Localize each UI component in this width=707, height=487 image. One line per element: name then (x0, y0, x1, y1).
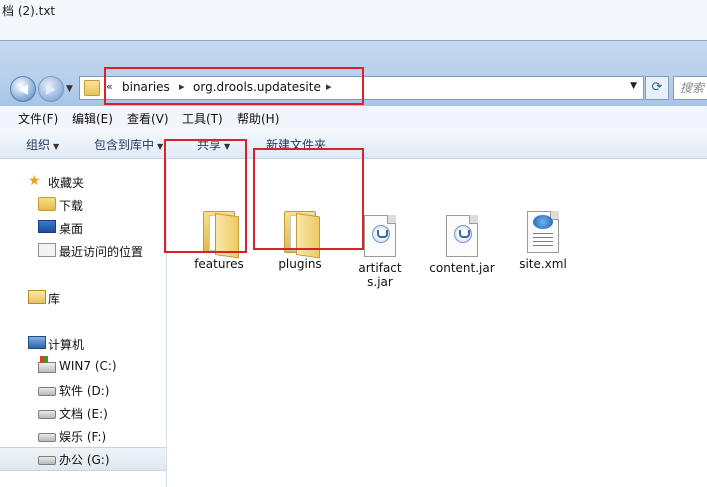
file-name: features (194, 257, 244, 271)
jar-file-icon (364, 215, 396, 257)
desktop-icon (38, 220, 56, 233)
share-label: 共享 (197, 138, 222, 152)
address-dropdown-icon[interactable]: ▼ (630, 81, 637, 91)
sidebar-item-label: 下载 (59, 199, 84, 213)
xml-file-icon (527, 211, 559, 253)
breadcrumb-separator-icon[interactable]: ▸ (326, 80, 332, 93)
menu-view[interactable]: 查看(V) (127, 110, 169, 127)
breadcrumb-updatesite[interactable]: org.drools.updatesite (193, 80, 321, 94)
sidebar-item-label: 收藏夹 (48, 176, 85, 190)
file-item-site-xml[interactable]: site.xml (503, 211, 583, 271)
library-icon (28, 290, 46, 304)
explorer-window: ◀ ▶ ▼ « binaries ▸ org.drools.updatesite… (0, 40, 707, 487)
desktop-background: 档 (2).txt (0, 0, 707, 40)
title-bar (0, 40, 707, 71)
sidebar-item-label: 娱乐 (F:) (59, 430, 107, 444)
organize-label: 组织 (26, 138, 51, 152)
sidebar-item-drive-f[interactable]: 娱乐 (F:) (0, 425, 166, 447)
forward-arrow-icon: ▶ (46, 81, 56, 97)
jar-file-icon (446, 215, 478, 257)
file-name: artifacts.jar (358, 261, 402, 289)
sidebar-item-computer[interactable]: 计算机 (0, 333, 166, 355)
sidebar-item-label: 软件 (D:) (59, 384, 110, 398)
menu-help[interactable]: 帮助(H) (237, 110, 279, 127)
drive-icon (38, 433, 56, 442)
back-button[interactable]: ◀ (10, 76, 36, 102)
file-name: content.jar (429, 261, 495, 275)
sidebar-item-drive-g[interactable]: 办公 (G:) (0, 447, 166, 471)
share-button[interactable]: 共享 ▼ (197, 136, 230, 153)
back-arrow-icon: ◀ (18, 81, 28, 97)
sidebar-item-libraries[interactable]: 库 (0, 287, 166, 309)
navigation-pane: ★ 收藏夹 下载 桌面 最近访问的位置 库 计算机 WIN7 (C:) 软件 (… (0, 159, 167, 487)
sidebar-item-drive-c[interactable]: WIN7 (C:) (0, 356, 166, 378)
file-name: plugins (278, 257, 322, 271)
chevron-down-icon: ▼ (53, 142, 60, 151)
sidebar-item-label: 最近访问的位置 (59, 245, 144, 259)
system-drive-icon (38, 356, 56, 373)
drive-icon (38, 387, 56, 396)
folder-icon (282, 209, 320, 259)
recent-places-icon (38, 243, 56, 257)
forward-button[interactable]: ▶ (38, 76, 64, 102)
sidebar-item-label: 办公 (G:) (59, 453, 110, 467)
command-bar: 组织 ▼ 包含到库中 ▼ 共享 ▼ 新建文件夹 (0, 128, 707, 159)
include-in-library-label: 包含到库中 (94, 138, 155, 152)
folder-icon (84, 80, 100, 96)
recent-pages-dropdown[interactable]: ▼ (66, 84, 73, 94)
organize-button[interactable]: 组织 ▼ (26, 136, 59, 153)
chevron-down-icon: ▼ (157, 142, 164, 151)
menu-edit[interactable]: 编辑(E) (72, 110, 113, 127)
file-item-plugins[interactable]: plugins (260, 209, 340, 271)
sidebar-item-label: 库 (48, 292, 61, 306)
download-folder-icon (38, 197, 56, 211)
sidebar-item-label: WIN7 (C:) (59, 359, 117, 373)
sidebar-item-drive-e[interactable]: 文档 (E:) (0, 402, 166, 424)
file-item-artifacts-jar[interactable]: artifacts.jar (354, 215, 406, 289)
sidebar-item-label: 计算机 (48, 338, 85, 352)
navigation-bar: ◀ ▶ ▼ « binaries ▸ org.drools.updatesite… (0, 70, 707, 106)
sidebar-item-label: 桌面 (59, 222, 84, 236)
address-bar[interactable]: « binaries ▸ org.drools.updatesite ▸ ▼ (79, 76, 644, 100)
file-item-features[interactable]: features (179, 209, 259, 271)
new-folder-button[interactable]: 新建文件夹 (266, 136, 326, 153)
file-list: features plugins artifacts.jar content.j… (167, 159, 707, 487)
sidebar-item-favorites[interactable]: ★ 收藏夹 (0, 171, 166, 193)
background-window-title: 档 (2).txt (2, 4, 56, 18)
sidebar-item-recent-places[interactable]: 最近访问的位置 (0, 240, 166, 262)
computer-icon (28, 336, 46, 349)
sidebar-item-desktop[interactable]: 桌面 (0, 217, 166, 239)
star-icon: ★ (28, 173, 41, 189)
breadcrumb-binaries[interactable]: binaries (122, 80, 170, 94)
folder-icon (201, 209, 239, 259)
menu-bar: 文件(F) 编辑(E) 查看(V) 工具(T) 帮助(H) (0, 106, 707, 129)
refresh-button[interactable]: ⟳ (645, 76, 669, 100)
chevron-down-icon: ▼ (224, 142, 231, 151)
drive-icon (38, 410, 56, 419)
sidebar-item-downloads[interactable]: 下载 (0, 194, 166, 216)
search-input[interactable]: 搜索 (673, 76, 707, 100)
refresh-icon: ⟳ (651, 80, 663, 95)
menu-tools[interactable]: 工具(T) (182, 110, 223, 127)
breadcrumb-overflow[interactable]: « (106, 80, 113, 93)
drive-icon (38, 456, 56, 465)
sidebar-item-label: 文档 (E:) (59, 407, 108, 421)
menu-file[interactable]: 文件(F) (18, 110, 58, 127)
breadcrumb-separator-icon[interactable]: ▸ (179, 80, 185, 93)
sidebar-item-drive-d[interactable]: 软件 (D:) (0, 379, 166, 401)
include-in-library-button[interactable]: 包含到库中 ▼ (94, 136, 163, 153)
file-item-content-jar[interactable]: content.jar (422, 215, 502, 275)
file-name: site.xml (519, 257, 567, 271)
